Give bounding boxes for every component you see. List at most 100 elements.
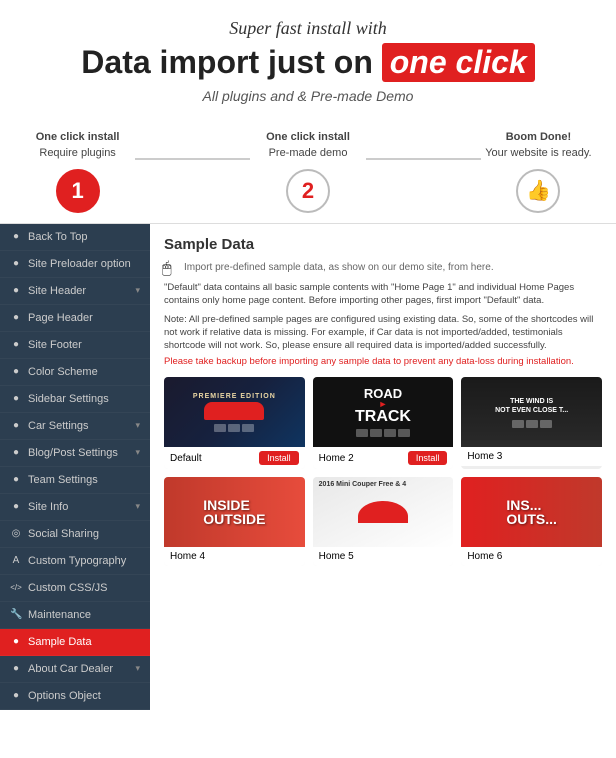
sidebar-item-label: Sample Data bbox=[28, 636, 92, 648]
step-1: One click install Require plugins 1 bbox=[20, 130, 135, 213]
icon-dot bbox=[370, 429, 382, 437]
sidebar-item-sample-data[interactable]: ● Sample Data bbox=[0, 629, 150, 656]
sidebar-item-site-info[interactable]: ● Site Info ▾ bbox=[0, 494, 150, 521]
sidebar-item-sidebar-settings[interactable]: ● Sidebar Settings bbox=[0, 386, 150, 413]
social-sharing-icon: ◎ bbox=[10, 528, 22, 539]
preloader-icon: ● bbox=[10, 258, 22, 269]
sidebar-item-label: Site Info bbox=[28, 501, 68, 513]
thumb-home6-bg: INS...OUTS... bbox=[461, 477, 602, 547]
css-icon: </> bbox=[10, 583, 22, 592]
icon-dot bbox=[214, 424, 226, 432]
theme-name-home4: Home 4 bbox=[170, 551, 205, 562]
sidebar-item-options[interactable]: ● Options Object bbox=[0, 683, 150, 710]
sidebar-item-site-footer[interactable]: ● Site Footer bbox=[0, 332, 150, 359]
page-header-icon: ● bbox=[10, 312, 22, 323]
sidebar-item-label: Custom CSS/JS bbox=[28, 582, 107, 594]
icon-dot bbox=[242, 424, 254, 432]
thumb-icons-row bbox=[193, 424, 276, 432]
theme-card-home6: INS...OUTS... Home 6 bbox=[461, 477, 602, 566]
sidebar-item-back-to-top[interactable]: ● Back To Top bbox=[0, 224, 150, 251]
sidebar-item-site-header[interactable]: ● Site Header ▾ bbox=[0, 278, 150, 305]
sidebar-item-label: About Car Dealer bbox=[28, 663, 113, 675]
step-2: One click install Pre-made demo 2 bbox=[250, 130, 365, 213]
blog-settings-icon: ● bbox=[10, 447, 22, 458]
subtitle: Super fast install with bbox=[20, 18, 596, 39]
back-to-top-icon: ● bbox=[10, 231, 22, 242]
content-note: "Default" data contains all basic sample… bbox=[164, 281, 602, 308]
theme-card-home3: THE WIND ISNOT EVEN CLOSE T... Home 3 bbox=[461, 377, 602, 469]
mini-car-shape bbox=[358, 501, 408, 523]
steps-row: One click install Require plugins 1 One … bbox=[0, 130, 616, 223]
sidebar-settings-icon: ● bbox=[10, 393, 22, 404]
sidebar-item-blog-settings[interactable]: ● Blog/Post Settings ▾ bbox=[0, 440, 150, 467]
sidebar-item-site-preloader[interactable]: ● Site Preloader option bbox=[0, 251, 150, 278]
sidebar-item-label: Options Object bbox=[28, 690, 101, 702]
content-warning: Please take backup before importing any … bbox=[164, 356, 602, 367]
site-footer-icon: ● bbox=[10, 339, 22, 350]
line-1 bbox=[135, 158, 250, 160]
connector-1 bbox=[135, 158, 250, 160]
step-1-label: One click install Require plugins bbox=[20, 130, 135, 161]
thumb-car-shape bbox=[204, 402, 264, 420]
content-note2: Note: All pre-defined sample pages are c… bbox=[164, 313, 602, 353]
sidebar-item-label: Social Sharing bbox=[28, 528, 99, 540]
sidebar-item-label: Custom Typography bbox=[28, 555, 126, 567]
sidebar-item-label: Color Scheme bbox=[28, 366, 98, 378]
sidebar-item-label: Blog/Post Settings bbox=[28, 447, 118, 459]
thumb-icons-row-home2 bbox=[356, 429, 410, 437]
sidebar-item-maintenance[interactable]: 🔧 Maintenance bbox=[0, 602, 150, 629]
wind-text: THE WIND ISNOT EVEN CLOSE T... bbox=[495, 397, 568, 415]
step-2-circle: 2 bbox=[286, 169, 330, 213]
thumb-inside-bg: INSIDEOUTSIDE bbox=[164, 477, 305, 547]
step-1-circle: 1 bbox=[56, 169, 100, 213]
install-button-default[interactable]: Install bbox=[259, 451, 299, 465]
sidebar-item-color-scheme[interactable]: ● Color Scheme bbox=[0, 359, 150, 386]
sidebar-item-team-settings[interactable]: ● Team Settings bbox=[0, 467, 150, 494]
theme-footer-home4: Home 4 bbox=[164, 547, 305, 566]
main-area: ● Back To Top ● Site Preloader option ● … bbox=[0, 223, 616, 710]
theme-thumb-home2: ROAD ► TRACK bbox=[313, 377, 454, 447]
install-button-home2[interactable]: Install bbox=[408, 451, 448, 465]
top-section: Super fast install with Data import just… bbox=[0, 0, 616, 130]
site-header-icon: ● bbox=[10, 285, 22, 296]
icon-dot bbox=[540, 420, 552, 428]
inside-outside-text: INSIDEOUTSIDE bbox=[203, 498, 265, 526]
sidebar-item-label: Sidebar Settings bbox=[28, 393, 109, 405]
theme-grid: PREMIERE EDITION Default Install bbox=[164, 377, 602, 566]
theme-thumb-home5: 2016 Mini Couper Free & 4 bbox=[313, 477, 454, 547]
sidebar-item-social-sharing[interactable]: ◎ Social Sharing bbox=[0, 521, 150, 548]
car-settings-icon: ● bbox=[10, 420, 22, 431]
cursor-icon: 🖱 bbox=[162, 260, 172, 278]
sidebar-item-page-header[interactable]: ● Page Header bbox=[0, 305, 150, 332]
thumb-default-inner: PREMIERE EDITION bbox=[193, 393, 276, 432]
theme-name-home6: Home 6 bbox=[467, 551, 502, 562]
sidebar-item-about[interactable]: ● About Car Dealer ▾ bbox=[0, 656, 150, 683]
theme-card-home2: ROAD ► TRACK Home 2 Inst bbox=[313, 377, 454, 469]
chevron-right-icon: ▾ bbox=[135, 663, 140, 674]
step-3-label: Boom Done! Your website is ready. bbox=[481, 130, 596, 161]
header-description: All plugins and & Pre-made Demo bbox=[20, 88, 596, 104]
sidebar-item-custom-typography[interactable]: A Custom Typography bbox=[0, 548, 150, 575]
step-2-label: One click install Pre-made demo bbox=[250, 130, 365, 161]
theme-footer-home2: Home 2 Install bbox=[313, 447, 454, 469]
thumb-icons-row-home3 bbox=[512, 420, 552, 428]
theme-card-home5: 2016 Mini Couper Free & 4 Home 5 bbox=[313, 477, 454, 566]
theme-footer-home3: Home 3 bbox=[461, 447, 602, 466]
main-title-text: Data import just on bbox=[81, 44, 373, 80]
line-2 bbox=[366, 158, 481, 160]
content-area: Sample Data 🖱 Import pre-defined sample … bbox=[150, 224, 616, 710]
sidebar-item-custom-css[interactable]: </> Custom CSS/JS bbox=[0, 575, 150, 602]
connector-2 bbox=[366, 158, 481, 160]
team-settings-icon: ● bbox=[10, 474, 22, 485]
theme-footer-home5: Home 5 bbox=[313, 547, 454, 566]
content-title: Sample Data bbox=[164, 236, 254, 253]
sidebar: ● Back To Top ● Site Preloader option ● … bbox=[0, 224, 150, 710]
about-icon: ● bbox=[10, 663, 22, 674]
chevron-right-icon: ▾ bbox=[135, 501, 140, 512]
sidebar-item-car-settings[interactable]: ● Car Settings ▾ bbox=[0, 413, 150, 440]
theme-name-home3: Home 3 bbox=[467, 451, 502, 462]
step-2-circle-row: 2 bbox=[250, 169, 365, 213]
thumb-road-bg: ROAD ► TRACK bbox=[313, 377, 454, 447]
premiere-text: PREMIERE EDITION bbox=[193, 393, 276, 400]
sidebar-item-label: Site Footer bbox=[28, 339, 82, 351]
